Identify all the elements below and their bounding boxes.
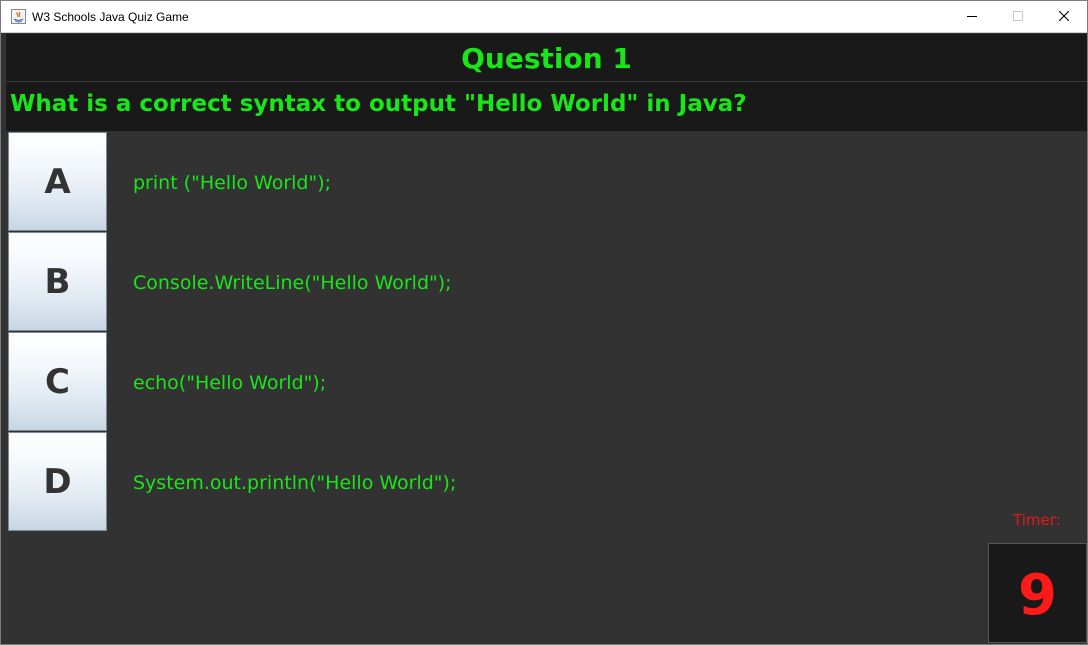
maximize-button[interactable]: [995, 1, 1041, 32]
question-number: Question 1: [461, 42, 632, 75]
quiz-window: W3 Schools Java Quiz Game Question 1 Wha…: [0, 0, 1088, 645]
timer-value: 9: [1018, 563, 1057, 628]
answer-d-button[interactable]: D: [8, 432, 107, 531]
answer-b-text: Console.WriteLine("Hello World");: [133, 272, 452, 294]
answer-b-button[interactable]: B: [8, 232, 107, 331]
answer-d-text: System.out.println("Hello World");: [133, 472, 457, 494]
java-app-icon: [11, 9, 26, 24]
answer-a-text: print ("Hello World");: [133, 172, 332, 194]
maximize-icon: [1013, 11, 1023, 21]
close-button[interactable]: [1041, 1, 1087, 32]
question-text: What is a correct syntax to output "Hell…: [10, 91, 747, 117]
timer-label: Timer:: [1013, 511, 1061, 529]
answer-c-text: echo("Hello World");: [133, 372, 327, 394]
answer-c-button[interactable]: C: [8, 332, 107, 431]
minimize-icon: [967, 16, 977, 17]
minimize-button[interactable]: [949, 1, 995, 32]
window-title: W3 Schools Java Quiz Game: [32, 10, 189, 24]
title-bar: W3 Schools Java Quiz Game: [1, 1, 1087, 33]
timer-display: 9: [988, 543, 1087, 643]
question-header: Question 1: [6, 34, 1087, 82]
question-bar: What is a correct syntax to output "Hell…: [6, 82, 1087, 131]
answer-a-button[interactable]: A: [8, 132, 107, 231]
close-icon: [1059, 11, 1069, 21]
